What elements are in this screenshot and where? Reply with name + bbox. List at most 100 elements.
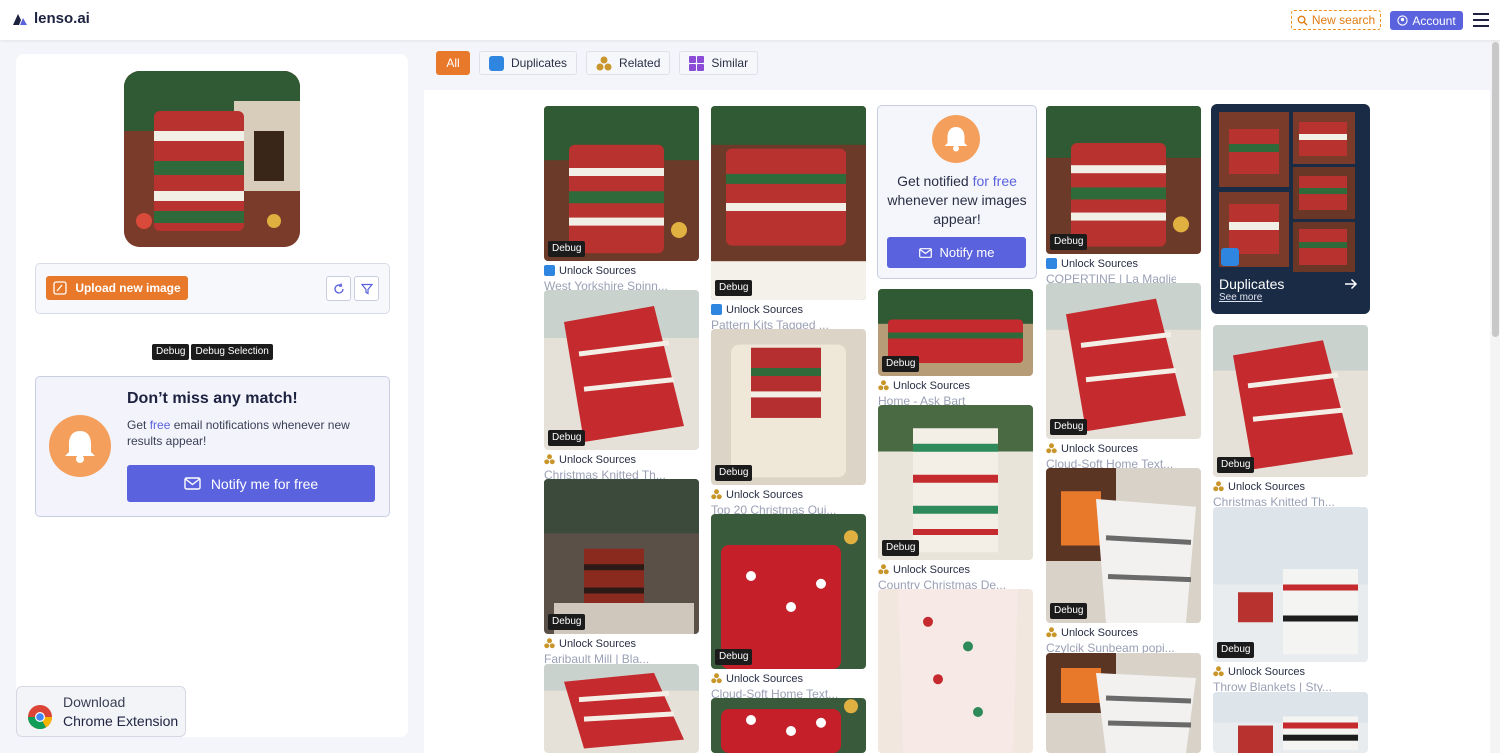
result-thumbnail[interactable]: Debug [1046,283,1201,439]
result-thumbnail[interactable] [711,698,866,753]
result-thumbnail[interactable]: Debug [711,106,866,300]
related-icon [1213,666,1224,677]
filter-duplicates[interactable]: Duplicates [479,51,578,75]
new-search-button[interactable]: New search [1291,10,1381,30]
result-thumbnail[interactable] [544,664,699,753]
debug-tag[interactable]: Debug [548,614,586,630]
unlock-sources[interactable]: Unlock Sources [878,562,1033,577]
filter-all[interactable]: All [436,51,470,75]
upload-new-image-button[interactable]: Upload new image [46,276,188,300]
unlock-sources[interactable]: Unlock Sources [544,263,699,278]
notify-me-for-free-button[interactable]: Notify me for free [127,465,375,502]
debug-tag[interactable]: Debug [1217,457,1255,473]
top-bar: lenso.ai New search Account [0,0,1500,40]
debug-tag[interactable]: Debug [1050,419,1088,435]
debug-selection-tag[interactable]: Debug Selection [191,344,273,360]
debug-tag[interactable]: Debug [715,465,753,481]
result-card[interactable]: Debug Unlock Sources Cloud-Soft Home Tex… [711,514,866,702]
result-thumbnail[interactable] [1213,692,1368,753]
result-card[interactable]: Debug Unlock Sources Faribault Mill | Bl… [544,479,699,667]
result-card[interactable]: Debug Unlock Sources COPERTINE | La Magl… [1046,106,1201,287]
debug-tag[interactable]: Debug [152,344,190,360]
see-more-link[interactable]: See more [1219,292,1262,303]
for-free-link[interactable]: for free [973,173,1017,189]
unlock-sources[interactable]: Unlock Sources [1046,625,1201,640]
result-card[interactable] [1046,653,1201,753]
result-card[interactable]: Debug Unlock Sources Pattern Kits Tagged… [711,106,866,333]
arrow-right-icon[interactable] [1344,278,1358,290]
result-thumbnail[interactable]: Debug [878,405,1033,560]
promo-text: Get free email notifications whenever ne… [127,418,350,448]
scrollbar-thumb[interactable] [1492,42,1499,337]
result-thumbnail[interactable]: Debug [878,289,1033,376]
result-thumbnail[interactable]: Debug [1213,507,1368,662]
unlock-sources[interactable]: Unlock Sources [878,378,1033,393]
result-card[interactable]: Debug Unlock Sources Home - Ask Bart [878,289,1033,409]
unlock-sources[interactable]: Unlock Sources [1046,441,1201,456]
debug-tag[interactable]: Debug [1217,642,1255,658]
debug-tag[interactable]: Debug [1050,603,1088,619]
upload-box: Upload new image [35,263,390,314]
duplicates-icon [489,55,504,71]
related-icon [544,638,555,649]
duplicates-card[interactable]: Duplicates See more [1211,104,1370,314]
result-card[interactable] [1213,692,1368,753]
result-card[interactable]: Debug Unlock Sources Cloud-Soft Home Tex… [1046,283,1201,472]
user-icon [1397,15,1408,26]
result-thumbnail[interactable]: Debug [544,479,699,634]
debug-tag[interactable]: Debug [882,356,920,372]
logo-text: lenso.ai [34,10,90,27]
account-button[interactable]: Account [1390,11,1463,30]
result-card[interactable]: Debug Unlock Sources Christmas Knitted T… [1213,325,1368,510]
debug-tag[interactable]: Debug [715,280,753,296]
filter-related[interactable]: Related [586,51,671,75]
new-search-label: New search [1311,13,1376,27]
unlock-sources[interactable]: Unlock Sources [711,671,866,686]
bell-icon [49,415,111,477]
result-card[interactable]: Debug Unlock Sources Country Christmas D… [878,405,1033,593]
duplicates-title: Duplicates [1219,276,1285,292]
result-card[interactable]: Debug Unlock Sources Christmas Knitted T… [544,290,699,483]
unlock-sources[interactable]: Unlock Sources [1213,479,1368,494]
result-thumbnail[interactable]: Debug [711,329,866,485]
related-icon [544,454,555,465]
refresh-button[interactable] [326,276,351,301]
debug-tag[interactable]: Debug [715,649,753,665]
debug-tag[interactable]: Debug [548,241,586,257]
unlock-sources[interactable]: Unlock Sources [544,452,699,467]
result-card[interactable]: Debug Unlock Sources Top 20 Christmas Qu… [711,329,866,518]
debug-tag[interactable]: Debug [548,430,586,446]
result-card[interactable] [544,664,699,753]
result-card[interactable]: Debug Unlock Sources Throw Blankets | St… [1213,507,1368,695]
notify-promo: Don’t miss any match! Get free email not… [35,376,390,517]
result-card[interactable]: Debug Unlock Sources West Yorkshire Spin… [544,106,699,294]
unlock-sources[interactable]: Unlock Sources [544,636,699,651]
result-card[interactable] [878,589,1033,753]
result-thumbnail[interactable]: Debug [1213,325,1368,477]
result-thumbnail[interactable] [1046,653,1201,753]
related-icon [1213,481,1224,492]
chrome-extension-banner[interactable]: Download Chrome Extension [16,686,186,737]
hamburger-menu-icon[interactable] [1473,13,1489,27]
result-thumbnail[interactable]: Debug [544,106,699,261]
result-thumbnail[interactable]: Debug [711,514,866,669]
scrollbar[interactable] [1491,40,1500,753]
filter-button[interactable] [354,276,379,301]
result-card[interactable] [711,698,866,753]
result-thumbnail[interactable]: Debug [1046,106,1201,254]
similar-icon [689,55,705,71]
unlock-sources[interactable]: Unlock Sources [1046,256,1201,271]
debug-tag[interactable]: Debug [882,540,920,556]
result-thumbnail[interactable]: Debug [544,290,699,450]
logo[interactable]: lenso.ai [12,10,90,27]
free-link[interactable]: free [150,418,171,432]
result-card[interactable]: Debug Unlock Sources Czylcik Sunbeam pop… [1046,468,1201,656]
filter-similar[interactable]: Similar [679,51,759,75]
unlock-sources[interactable]: Unlock Sources [1213,664,1368,679]
unlock-sources[interactable]: Unlock Sources [711,302,866,317]
unlock-sources[interactable]: Unlock Sources [711,487,866,502]
notify-me-button[interactable]: Notify me [887,237,1026,268]
result-thumbnail[interactable]: Debug [1046,468,1201,623]
debug-tag[interactable]: Debug [1050,234,1088,250]
result-thumbnail[interactable] [878,589,1033,753]
